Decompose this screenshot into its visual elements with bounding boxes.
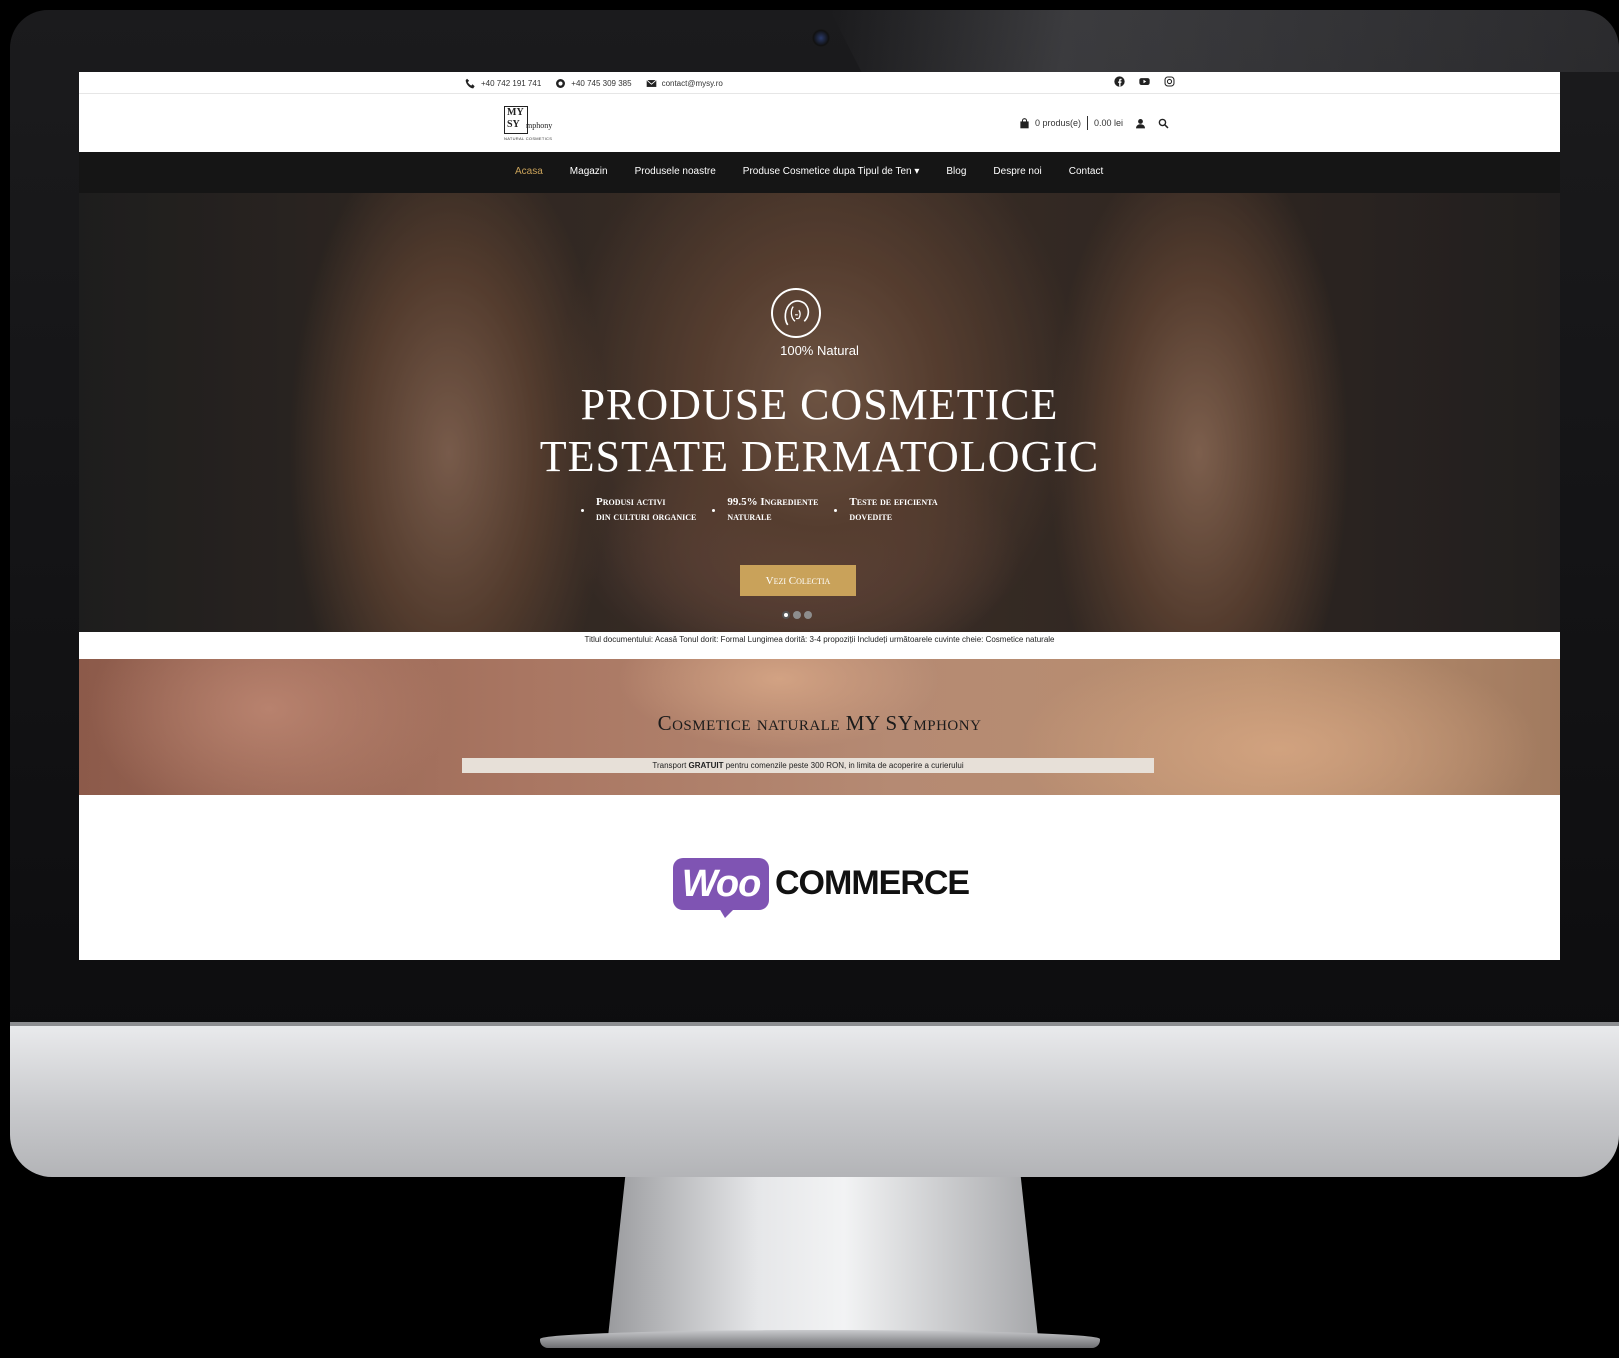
bullet-dot — [581, 508, 584, 512]
site-header: MY SY mphony NATURAL COSMETICS 0 produs(… — [79, 94, 1560, 152]
nav-menu: Acasa Magazin Produsele noastre Produse … — [515, 166, 1130, 177]
slider-dot-2[interactable] — [793, 611, 801, 619]
main-navigation: Acasa Magazin Produsele noastre Produse … — [79, 152, 1560, 193]
contact-info: +40 742 191 741 +40 745 309 385 contact@… — [465, 78, 723, 89]
webcam — [812, 29, 830, 47]
phone-2-text: +40 745 309 385 — [571, 79, 632, 88]
nav-item-acasa[interactable]: Acasa — [515, 166, 543, 177]
nav-item-tip-ten[interactable]: Produse Cosmetice dupa Tipul de Ten ▾ — [743, 166, 920, 177]
phone-icon — [465, 78, 475, 89]
feature-line-2: naturale — [727, 511, 772, 523]
phone-1[interactable]: +40 742 191 741 — [465, 78, 541, 89]
logo-rest: mphony — [526, 121, 553, 130]
search-icon — [1158, 118, 1169, 129]
cart-count[interactable]: 0 produs(e) — [1035, 118, 1081, 128]
hero-tagline: 100% Natural — [780, 343, 859, 358]
monitor-stand — [608, 1177, 1038, 1337]
whatsapp-icon — [556, 79, 566, 88]
email-link[interactable]: contact@mysy.ro — [645, 78, 723, 89]
hero-features: Produsi activi din culturi organice 99.5… — [581, 495, 938, 525]
feature-line-1: Teste de eficienta — [849, 496, 938, 508]
nav-item-magazin[interactable]: Magazin — [570, 166, 608, 177]
monitor-screen: +40 742 191 741 +40 745 309 385 contact@… — [79, 72, 1560, 960]
phone-1-text: +40 742 191 741 — [481, 79, 542, 88]
facebook-icon[interactable] — [1114, 76, 1125, 87]
feature-line-2: din culturi organice — [596, 511, 697, 523]
shipping-text-pre: Transport — [652, 761, 689, 770]
shopping-bag-icon[interactable] — [1019, 117, 1030, 129]
woocommerce-section: Woo COMMERCE — [79, 795, 1560, 960]
logo-subtitle: NATURAL COSMETICS — [504, 136, 553, 141]
hero-slider: 100% Natural PRODUSE COSMETICE TESTATE D… — [79, 193, 1560, 632]
slider-dot-1[interactable] — [782, 611, 790, 619]
face-emblem-icon — [771, 288, 821, 338]
cart-total[interactable]: 0.00 lei — [1094, 118, 1123, 128]
bullet-dot — [834, 508, 838, 512]
hero-feature: Produsi activi din culturi organice — [581, 495, 696, 525]
hero-title: PRODUSE COSMETICE TESTATE DERMATOLOGIC — [79, 379, 1560, 483]
document-note: Titlul documentului: Acasă Tonul dorit: … — [584, 635, 1055, 644]
woo-bubble-tail — [719, 908, 735, 918]
woo-bubble: Woo — [673, 858, 769, 910]
woocommerce-logo: Woo COMMERCE — [673, 858, 970, 922]
bezel-glare — [830, 10, 1619, 72]
search-button[interactable] — [1158, 118, 1169, 129]
logo-line-2: SY — [507, 119, 520, 130]
email-text: contact@mysy.ro — [661, 79, 723, 88]
promo-banner: Cosmetice naturale MY SYmphony Transport… — [79, 659, 1560, 795]
hero-feature: 99.5% Ingrediente naturale — [712, 495, 818, 525]
slider-dots — [782, 611, 812, 619]
monitor-chin — [10, 1022, 1619, 1177]
bullet-dot — [712, 508, 716, 512]
top-contact-bar: +40 742 191 741 +40 745 309 385 contact@… — [79, 72, 1560, 94]
account-button[interactable] — [1135, 118, 1146, 129]
instagram-icon[interactable] — [1164, 76, 1175, 87]
feature-line-1: 99.5% Ingrediente — [727, 496, 819, 508]
header-actions: 0 produs(e) 0.00 lei — [1019, 116, 1169, 130]
youtube-icon[interactable] — [1139, 76, 1150, 87]
commerce-text: COMMERCE — [775, 864, 970, 902]
user-icon — [1136, 118, 1146, 128]
nav-item-produsele-noastre[interactable]: Produsele noastre — [635, 166, 716, 177]
logo-line-1: MY — [507, 107, 524, 118]
nav-item-despre-noi[interactable]: Despre noi — [993, 166, 1041, 177]
nav-item-contact[interactable]: Contact — [1069, 166, 1103, 177]
hero-title-line-2: TESTATE DERMATOLOGIC — [539, 432, 1100, 481]
phone-2[interactable]: +40 745 309 385 — [555, 78, 632, 89]
envelope-icon — [645, 79, 657, 87]
shipping-notice: Transport GRATUIT pentru comenzile peste… — [462, 758, 1154, 773]
promo-title: Cosmetice naturale MY SYmphony — [657, 711, 982, 735]
shipping-text-bold: GRATUIT — [688, 761, 724, 770]
feature-line-1: Produsi activi — [596, 496, 666, 508]
divider — [1087, 116, 1089, 130]
hero-title-line-1: PRODUSE COSMETICE — [580, 380, 1059, 429]
slider-dot-3[interactable] — [804, 611, 812, 619]
feature-line-2: dovedite — [849, 511, 893, 523]
logo-box: MY SY — [504, 106, 528, 134]
social-links — [1114, 76, 1175, 87]
shipping-text-post: pentru comenzile peste 300 RON, in limit… — [723, 761, 964, 770]
hero-feature: Teste de eficienta dovedite — [834, 495, 938, 525]
monitor-stand-base — [540, 1330, 1100, 1348]
nav-item-blog[interactable]: Blog — [946, 166, 966, 177]
hero-content: 100% Natural PRODUSE COSMETICE TESTATE D… — [79, 193, 1560, 632]
site-logo[interactable]: MY SY mphony NATURAL COSMETICS — [504, 106, 560, 141]
view-collection-button[interactable]: Vezi Colectia — [740, 565, 856, 596]
